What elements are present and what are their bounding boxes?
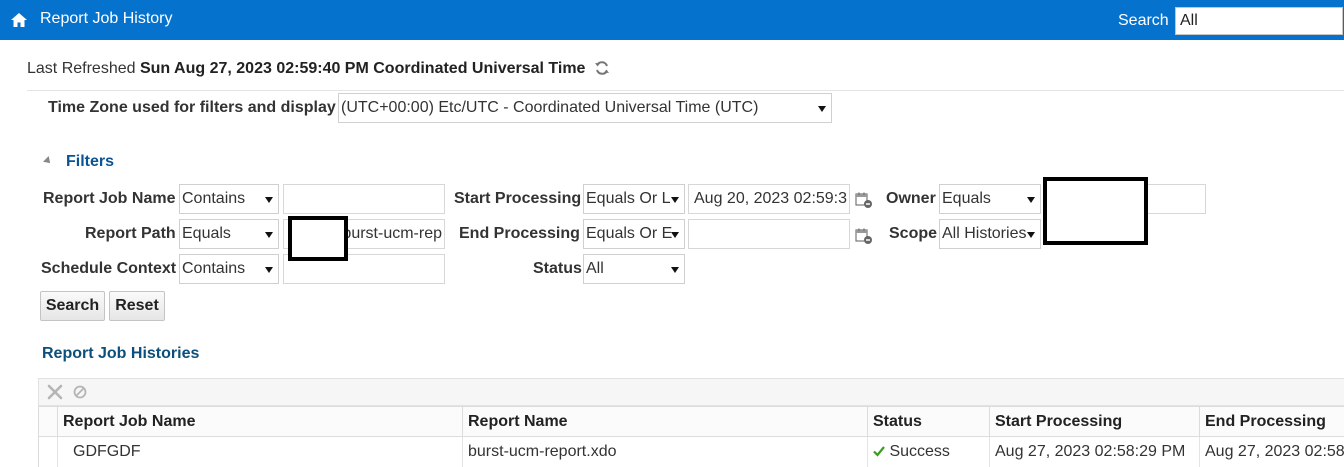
owner-label: Owner (886, 190, 936, 207)
histories-toolbar (38, 378, 1344, 406)
search-button[interactable]: Search (40, 291, 105, 321)
column-header-end-processing[interactable]: End Processing (1199, 407, 1344, 437)
end-processing-label: End Processing (459, 225, 580, 242)
column-header-start-processing[interactable]: Start Processing (989, 407, 1199, 437)
report-job-name-label: Report Job Name (43, 190, 176, 207)
table-row[interactable]: GDFGDF burst-ucm-report.xdo Success Aug … (39, 437, 1344, 467)
dropdown-arrow-icon (671, 197, 679, 203)
timezone-value: (UTC+00:00) Etc/UTC - Coordinated Univer… (341, 99, 759, 116)
schedule-context-operator[interactable]: Contains (179, 254, 279, 284)
scope-value: All Histories (942, 225, 1027, 242)
owner-operator[interactable]: Equals (939, 184, 1041, 214)
dropdown-arrow-icon (1027, 197, 1035, 203)
schedule-context-label: Schedule Context (41, 260, 177, 277)
dropdown-arrow-icon (1027, 232, 1035, 238)
start-processing-operator-value: Equals Or L (586, 190, 671, 207)
end-processing-operator-value: Equals Or E (586, 225, 673, 242)
separator (27, 90, 1344, 91)
table-header-row: Report Job Name Report Name Status Start… (39, 406, 1344, 437)
cell-report-job-name[interactable]: GDFGDF (57, 437, 462, 467)
start-processing-label: Start Processing (454, 190, 582, 207)
timezone-label: Time Zone used for filters and display (48, 99, 336, 116)
start-processing-operator[interactable]: Equals Or L (583, 184, 685, 214)
report-job-name-operator-value: Contains (182, 190, 246, 207)
calendar-icon[interactable] (855, 191, 873, 209)
end-processing-operator[interactable]: Equals Or E (583, 219, 685, 249)
cell-end-processing: Aug 27, 2023 02:58 (1199, 437, 1344, 467)
cell-start-processing: Aug 27, 2023 02:58:29 PM (989, 437, 1199, 467)
last-refreshed: Last Refreshed Sun Aug 27, 2023 02:59:40… (27, 60, 610, 78)
top-bar: Report Job History Search (0, 0, 1344, 40)
page-title: Report Job History (40, 10, 173, 27)
last-refreshed-label: Last Refreshed (27, 60, 136, 77)
refresh-icon[interactable] (594, 60, 610, 76)
filters-heading: Filters (66, 153, 115, 170)
dropdown-arrow-icon (818, 106, 826, 112)
reset-button[interactable]: Reset (109, 291, 165, 321)
column-header-report-name[interactable]: Report Name (462, 407, 867, 437)
status-value: All (586, 260, 604, 277)
status-text: Success (889, 443, 950, 460)
column-header-status[interactable]: Status (867, 407, 989, 437)
end-processing-input[interactable] (688, 219, 850, 249)
calendar-icon[interactable] (855, 227, 873, 245)
collapse-triangle-icon (43, 156, 53, 166)
delete-icon[interactable] (46, 383, 64, 401)
home-icon[interactable] (10, 11, 28, 29)
dropdown-arrow-icon (265, 267, 273, 273)
redaction-box (288, 216, 348, 261)
report-path-label: Report Path (85, 225, 176, 242)
schedule-context-operator-value: Contains (182, 260, 246, 277)
report-job-name-operator[interactable]: Contains (179, 184, 279, 214)
report-path-operator-value: Equals (182, 225, 231, 242)
owner-operator-value: Equals (942, 190, 991, 207)
global-search-label: Search (1118, 12, 1169, 29)
column-header-report-job-name[interactable]: Report Job Name (57, 407, 462, 437)
dropdown-arrow-icon (265, 232, 273, 238)
cell-status: Success (867, 437, 989, 467)
histories-table: Report Job Name Report Name Status Start… (38, 406, 1344, 467)
checkmark-icon (873, 446, 885, 457)
status-label: Status (533, 260, 582, 277)
cancel-icon[interactable] (71, 383, 89, 401)
redaction-box (1043, 177, 1148, 245)
report-job-name-input[interactable] (283, 184, 445, 214)
cell-report-name[interactable]: burst-ucm-report.xdo (462, 437, 867, 467)
dropdown-arrow-icon (671, 232, 679, 238)
timezone-select[interactable]: (UTC+00:00) Etc/UTC - Coordinated Univer… (338, 93, 832, 123)
status-select[interactable]: All (583, 254, 685, 284)
scope-select[interactable]: All Histories (939, 219, 1041, 249)
last-refreshed-datetime: Sun Aug 27, 2023 02:59:40 PM Coordinated… (139, 60, 586, 77)
report-path-operator[interactable]: Equals (179, 219, 279, 249)
dropdown-arrow-icon (265, 197, 273, 203)
dropdown-arrow-icon (671, 267, 679, 273)
filters-toggle[interactable]: Filters (43, 153, 115, 171)
histories-title: Report Job Histories (42, 345, 200, 362)
scope-label: Scope (889, 225, 938, 242)
global-search-input[interactable] (1175, 7, 1343, 35)
start-processing-input[interactable]: Aug 20, 2023 02:59:3 (688, 184, 850, 214)
